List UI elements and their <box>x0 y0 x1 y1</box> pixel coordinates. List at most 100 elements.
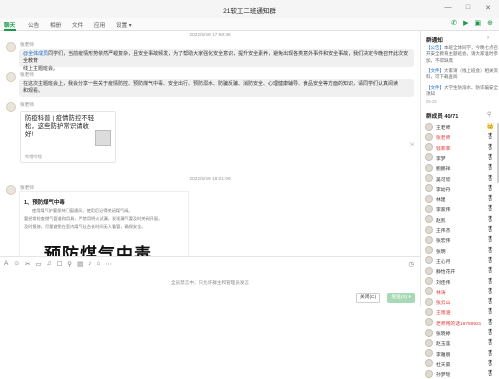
scissors-icon[interactable]: ✂ <box>25 260 30 268</box>
member-item[interactable]: 孙梦瑶 🎖 <box>425 369 497 379</box>
close-icon[interactable]: ✕ <box>483 4 493 12</box>
maximize-icon[interactable]: □ <box>463 4 473 12</box>
member-item[interactable]: 李雅丽 🎖 <box>425 349 497 359</box>
member-item[interactable]: 林涛 🎖 <box>425 287 497 297</box>
message-bubble[interactable]: 在这次主题班会上，我会分享一些关于疫情防控、预防煤气中毒、安全出行、预防溺水、防… <box>19 79 414 97</box>
link-card[interactable]: 防疫科普 | 疫情防控不轻松，这些防护常识请收好! 哔哩哔哩 <box>20 111 116 163</box>
member-item[interactable]: 王雨涵 🎖 <box>425 307 497 317</box>
font-icon[interactable]: A <box>4 260 8 268</box>
doc-line: 要经常检查燃气管道和用具，严禁用明火试漏，发现漏气要及时关阀开窗， <box>24 216 163 221</box>
member-item[interactable]: 赵凯 🎖 <box>425 215 497 225</box>
group-side-panel: 群通知 › 【公告】本班全体同学，今晚七点召开安全教育主题班会，请大家准时参加，… <box>420 31 499 378</box>
member-badge-icon: 🎖 <box>486 134 494 141</box>
member-item[interactable]: 老师用的话18759921 🎖 <box>425 318 497 328</box>
member-item[interactable]: 张晓婷 🎖 <box>425 328 497 338</box>
member-item[interactable]: 李家伟 🎖 <box>425 204 497 214</box>
image-message[interactable]: 1、预防煤气中毒 使用煤气炉要保持门窗通风，使用后记得关闭煤气阀。 要经常检查燃… <box>19 191 189 264</box>
home-icon[interactable]: ⌂ <box>96 260 100 268</box>
member-badge-icon: 🎖 <box>486 288 494 295</box>
phone-icon[interactable]: ✆ <box>451 19 457 27</box>
tab-album[interactable]: 相册 <box>50 21 61 29</box>
avatar[interactable] <box>6 185 16 195</box>
member-item[interactable]: 李梦 🎖 <box>425 153 497 163</box>
avatar[interactable] <box>6 102 16 112</box>
avatar <box>425 307 433 316</box>
member-name: 老师用的话18759921 <box>436 321 482 327</box>
member-item[interactable]: 钱菲菲 🎖 <box>425 143 497 153</box>
chat-window: 21软工二班通知群 — □ ✕ 聊天 公告 相册 文件 应用 设置 ▾ ✆ ▶ … <box>0 0 499 378</box>
member-badge-icon: 🎖 <box>486 144 494 151</box>
member-item[interactable]: 张明 🎖 <box>425 246 497 256</box>
message-text: 在这次主题班会上，我会分享一些关于疫情防控、预防煤气中毒、安全出行、预防溺水、防… <box>23 81 399 87</box>
member-item[interactable]: 王心月 🎖 <box>425 256 497 266</box>
avatar <box>425 204 433 213</box>
member-item[interactable]: 杜天豪 🎖 <box>425 359 497 369</box>
screenshot-icon[interactable]: ▤ <box>77 260 83 268</box>
mention-all[interactable]: @全体成员 <box>23 51 48 57</box>
music-icon[interactable]: ♫ <box>47 260 52 268</box>
member-item[interactable]: 张老师 🎖 <box>425 132 497 142</box>
avatar <box>425 287 433 296</box>
notice-more-icon[interactable]: › <box>487 35 489 41</box>
more-tools-icon[interactable]: ⋯ <box>105 260 112 268</box>
member-item[interactable]: 林建 🎖 <box>425 194 497 204</box>
member-item[interactable]: 鲍鹏祥 🎖 <box>425 163 497 173</box>
member-name: 王伟杰 <box>436 229 451 234</box>
send-button[interactable]: 发送(S) ▾ <box>387 293 415 303</box>
window-title: 21软工二班通知群 <box>223 8 276 15</box>
search-icon[interactable]: ⚲ <box>67 260 72 268</box>
more-icon[interactable]: ⊕ <box>487 19 493 27</box>
folder-icon[interactable]: ▭ <box>35 260 41 268</box>
member-item[interactable]: 李幼丹 🎖 <box>425 184 497 194</box>
avatar <box>425 122 433 131</box>
tab-settings[interactable]: 设置 ▾ <box>116 21 132 29</box>
video-icon[interactable]: ▶ <box>463 19 468 27</box>
member-name: 王雨涵 <box>436 311 451 317</box>
avatar[interactable] <box>6 42 16 52</box>
member-name: 鲍鹏祥 <box>436 167 451 173</box>
notice-item[interactable]: 【文件】大家请（线上班会）相关资料，可下载查阅 <box>426 68 498 81</box>
history-icon[interactable]: ◷ <box>408 260 414 268</box>
member-badge-icon: 🎖 <box>486 340 494 347</box>
image-icon[interactable]: ☐ <box>56 260 62 268</box>
member-badge-icon: 🎖 <box>486 165 494 172</box>
notice-item[interactable]: 【文件】大学生防溺水、防诈骗安全须知 <box>426 85 498 98</box>
notice-tag: 【文件】 <box>426 85 444 90</box>
member-item[interactable]: 赵玉莲 🎖 <box>425 338 497 348</box>
notice-item[interactable]: 【公告】本班全体同学，今晚七点召开安全教育主题班会，请大家准时参加，不得缺席 <box>426 45 498 64</box>
avatar[interactable] <box>6 72 16 82</box>
tab-announcements[interactable]: 公告 <box>28 21 39 29</box>
message-list[interactable]: 2022/5/29 17:58:36 张老师 @全体成员同学们，当前疫情形势依然… <box>0 31 420 264</box>
notice-tag: 【公告】 <box>426 45 444 50</box>
message-bubble[interactable]: @全体成员同学们，当前疫情形势依然严峻复杂，且安全事故频发，为了帮助大家强化安全… <box>19 49 414 72</box>
tab-apps[interactable]: 应用 <box>94 21 105 29</box>
composer: A ☺ ✂ ▭ ♫ ☐ ⚲ ▤ ♪ ⌂ ⋯ ◷ 全员禁言中，只允许群主和管理员发… <box>0 256 420 306</box>
tab-files[interactable]: 文件 <box>72 21 83 29</box>
member-badge-icon: 🎖 <box>486 299 494 306</box>
message-text: 和观看。 <box>23 88 44 95</box>
emoji-icon[interactable]: ☺ <box>13 260 20 268</box>
member-name: 张云山 <box>436 301 451 307</box>
member-name: 静怡花开 <box>436 270 456 276</box>
member-item[interactable]: 刘佳伟 🎖 <box>425 277 497 287</box>
member-item[interactable]: 王老师 👑 <box>425 122 497 132</box>
member-name: 李雅丽 <box>436 352 451 358</box>
member-name: 林建 <box>436 198 446 204</box>
voice-icon[interactable]: ♪ <box>88 260 91 268</box>
close-button[interactable]: 关闭(C) <box>356 293 380 303</box>
member-item[interactable]: 静怡花开 🎖 <box>425 266 497 276</box>
member-badge-icon: 🎖 <box>486 330 494 336</box>
window-controls: — □ ✕ <box>443 4 493 12</box>
forward-icon[interactable]: ⇲ <box>409 141 414 148</box>
member-name: 林涛 <box>436 290 446 296</box>
tab-chat[interactable]: 聊天 <box>4 21 15 29</box>
member-name: 杜天豪 <box>436 362 451 368</box>
member-item[interactable]: 王伟杰 🎖 <box>425 225 497 235</box>
minimize-icon[interactable]: — <box>443 4 453 12</box>
sender-name: 张老师 <box>20 42 34 47</box>
member-item[interactable]: 张宏伟 🎖 <box>425 235 497 245</box>
member-search-icon[interactable]: ⚲ <box>487 111 491 118</box>
member-item[interactable]: 吴可欣 🎖 <box>425 174 497 184</box>
member-name: 吴可欣 <box>436 177 451 183</box>
share-screen-icon[interactable]: ▣ <box>475 19 482 27</box>
